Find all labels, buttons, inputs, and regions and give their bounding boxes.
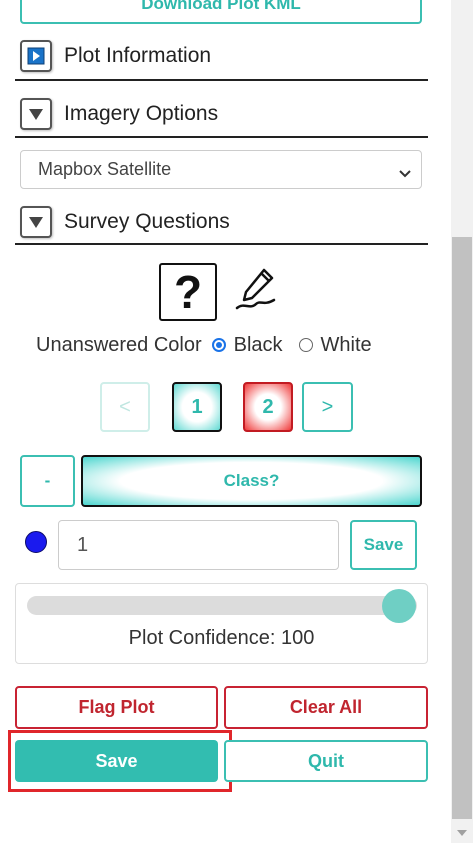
confidence-slider-thumb[interactable] [382, 589, 416, 623]
page-2-button[interactable]: 2 [243, 382, 293, 432]
answer-save-label: Save [363, 535, 404, 554]
collapse-question-button[interactable]: - [20, 455, 75, 507]
divider [15, 136, 428, 138]
collapse-question-label: - [44, 471, 51, 490]
answer-color-dot [25, 531, 47, 553]
confidence-label-text: Plot Confidence: 100 [128, 627, 315, 649]
next-page-label: > [321, 395, 334, 418]
save-plot-button[interactable]: Save [15, 740, 218, 782]
imagery-options-title: Imagery Options [64, 102, 219, 125]
imagery-select[interactable]: Mapbox Satellite [20, 150, 422, 189]
scrollbar-thumb[interactable] [452, 237, 472, 819]
radio-white[interactable] [298, 338, 313, 352]
prev-page-label: < [119, 395, 131, 418]
prev-page-button[interactable]: < [100, 382, 150, 432]
question-mark-icon: ? [173, 266, 203, 318]
page-1-label: 1 [191, 395, 203, 418]
clear-all-button[interactable]: Clear All [224, 686, 428, 729]
expand-right-icon [20, 40, 52, 72]
survey-questions-title: Survey Questions [64, 210, 230, 233]
page-2-label: 2 [262, 395, 274, 418]
download-plot-kml-label: Download Plot KML [141, 0, 301, 13]
imagery-options-header[interactable]: Imagery Options [20, 97, 430, 131]
draw-mode-button[interactable] [234, 266, 278, 314]
answer-save-button[interactable]: Save [350, 520, 417, 570]
pencil-icon [235, 268, 276, 310]
question-class-label: Class? [223, 471, 280, 490]
question-mode-button[interactable]: ? [159, 263, 217, 321]
chevron-down-icon [399, 163, 411, 184]
radio-black-label: Black [233, 333, 283, 356]
answer-input-value: 1 [77, 533, 89, 556]
download-plot-kml-button[interactable]: Download Plot KML [20, 0, 422, 24]
save-plot-label: Save [95, 750, 138, 771]
clear-all-label: Clear All [289, 697, 363, 717]
plot-information-title: Plot Information [64, 44, 212, 67]
caret-down-icon [20, 98, 52, 130]
caret-down-icon [20, 206, 52, 238]
radio-white-label: White [320, 333, 372, 356]
quit-label: Quit [308, 750, 344, 771]
confidence-label: Plot Confidence: 100 [15, 627, 428, 650]
scroll-down-arrow-icon[interactable] [455, 826, 469, 838]
answer-input[interactable]: 1 [58, 520, 339, 570]
flag-plot-label: Flag Plot [78, 697, 155, 717]
radio-black[interactable] [211, 338, 226, 352]
unanswered-color-label: Unanswered Color [36, 333, 202, 356]
divider [15, 243, 428, 245]
next-page-button[interactable]: > [302, 382, 353, 432]
plot-information-header[interactable]: Plot Information [20, 39, 430, 73]
quit-button[interactable]: Quit [224, 740, 428, 782]
flag-plot-button[interactable]: Flag Plot [15, 686, 218, 729]
confidence-slider-track[interactable] [27, 596, 417, 615]
page-1-button[interactable]: 1 [172, 382, 222, 432]
question-class-button[interactable]: Class? [81, 455, 422, 507]
unanswered-color-row: Unanswered Color Black White [36, 332, 436, 358]
imagery-select-value: Mapbox Satellite [38, 159, 172, 179]
survey-questions-header[interactable]: Survey Questions [20, 205, 430, 239]
divider [15, 79, 428, 81]
